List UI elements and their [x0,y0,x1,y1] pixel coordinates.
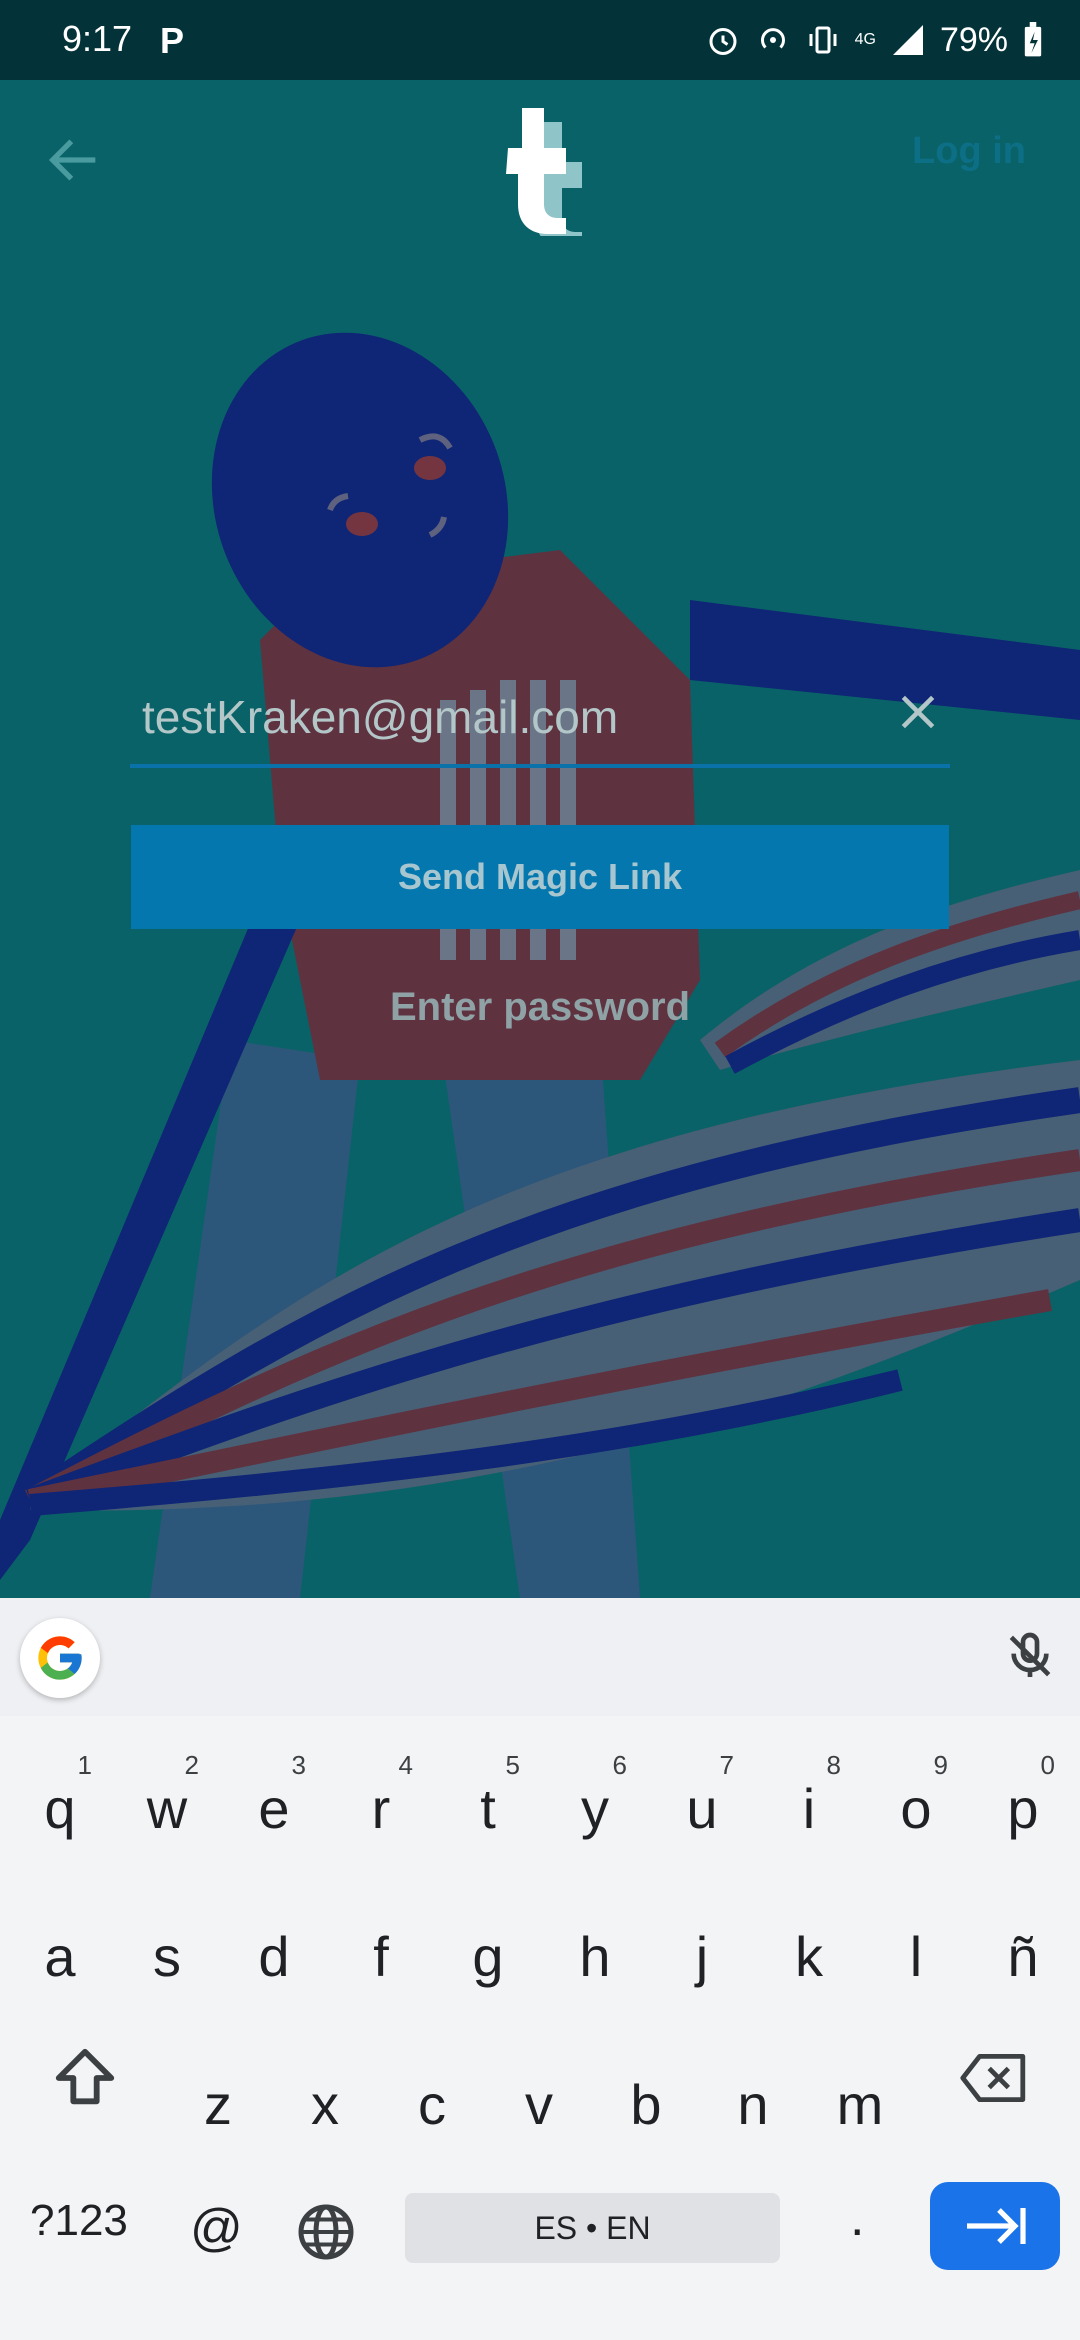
key-b[interactable]: b [596,2044,696,2174]
key-k[interactable]: k [759,1896,859,2026]
battery-percent: 79% [939,20,1008,59]
space-key[interactable]: ES • EN [405,2193,780,2263]
enter-password-link[interactable]: Enter password [0,985,1080,1030]
key-s[interactable]: s [117,1896,217,2026]
back-arrow-icon[interactable] [42,128,106,192]
key-p[interactable]: p0 [973,1748,1073,1878]
status-bar: 9:17 P 4G 79% [0,0,1080,80]
key-label: v [525,2073,553,2136]
key-label: x [311,2073,339,2136]
key-label: ñ [1007,1925,1039,1988]
key-n[interactable]: n [703,2044,803,2174]
symbols-key[interactable]: ?123 [30,2196,128,2246]
key-label: g [472,1925,504,1988]
parking-app-icon: P [160,20,185,61]
key-hint-number: 2 [184,1750,199,1780]
key-label: f [373,1925,389,1988]
key-m[interactable]: m [810,2044,910,2174]
signup-screen: Log in testKraken@gmail.com Send Magic L… [0,80,1080,1598]
key-label: i [802,1777,816,1840]
key-label: m [836,2073,884,2136]
signal-icon [892,25,923,55]
keyboard: ?123 @ ES • EN . q1w2e3r4t5y6u7i8o9p0asd… [0,1598,1080,2340]
key-ñ[interactable]: ñ [973,1896,1073,2026]
google-icon [38,1636,82,1680]
key-z[interactable]: z [168,2044,268,2174]
key-e[interactable]: e3 [224,1748,324,1878]
email-input-value[interactable]: testKraken@gmail.com [142,690,618,744]
key-label: k [795,1925,823,1988]
key-label: t [480,1777,496,1840]
key-label: u [686,1777,718,1840]
status-icons: 4G 79% [705,16,1044,64]
key-label: e [258,1777,290,1840]
network-type: 4G [854,31,876,48]
key-label: w [146,1777,188,1840]
key-h[interactable]: h [545,1896,645,2026]
clear-icon[interactable] [896,690,940,734]
key-x[interactable]: x [275,2044,375,2174]
key-label: h [579,1925,611,1988]
key-y[interactable]: y6 [545,1748,645,1878]
alarm-icon [709,28,737,55]
key-a[interactable]: a [10,1896,110,2026]
backspace-key[interactable] [958,2048,1030,2108]
key-label: q [44,1777,76,1840]
key-label: p [1007,1777,1039,1840]
key-hint-number: 9 [933,1750,948,1780]
key-label: s [153,1925,181,1988]
globe-icon[interactable] [296,2202,356,2262]
key-g[interactable]: g [438,1896,538,2026]
key-label: j [695,1925,709,1988]
enter-key[interactable] [930,2182,1060,2270]
google-button[interactable] [20,1618,100,1698]
key-l[interactable]: l [866,1896,966,2026]
key-q[interactable]: q1 [10,1748,110,1878]
key-c[interactable]: c [382,2044,482,2174]
key-d[interactable]: d [224,1896,324,2026]
key-t[interactable]: t5 [438,1748,538,1878]
key-hint-number: 5 [505,1750,520,1780]
key-w[interactable]: w2 [117,1748,217,1878]
vibrate-icon [809,26,837,54]
key-hint-number: 0 [1040,1750,1055,1780]
key-u[interactable]: u7 [652,1748,752,1878]
key-o[interactable]: o9 [866,1748,966,1878]
key-label: z [204,2073,232,2136]
key-r[interactable]: r4 [331,1748,431,1878]
key-hint-number: 6 [612,1750,627,1780]
period-key[interactable]: . [850,2188,864,2248]
shift-key[interactable] [50,2043,120,2113]
battery-charging-icon [1024,22,1042,57]
key-label: c [418,2073,446,2136]
key-label: a [44,1925,76,1988]
key-hint-number: 3 [291,1750,306,1780]
send-magic-link-button[interactable]: Send Magic Link [131,825,949,929]
status-time: 9:17 [62,18,133,59]
key-label: d [258,1925,290,1988]
login-link[interactable]: Log in [912,130,1026,173]
mic-off-icon[interactable] [1002,1626,1058,1686]
key-j[interactable]: j [652,1896,752,2026]
key-label: b [630,2073,662,2136]
key-v[interactable]: v [489,2044,589,2174]
next-arrow-icon [967,2208,1026,2244]
key-i[interactable]: i8 [759,1748,859,1878]
key-label: r [371,1777,391,1840]
at-key[interactable]: @ [190,2198,243,2258]
key-f[interactable]: f [331,1896,431,2026]
tumblr-logo [506,108,582,236]
key-label: l [909,1925,923,1988]
hotspot-icon [760,28,785,49]
email-field[interactable]: testKraken@gmail.com [130,680,950,768]
key-hint-number: 8 [826,1750,841,1780]
key-hint-number: 4 [398,1750,413,1780]
keyboard-toolbar [0,1598,1080,1716]
key-hint-number: 1 [77,1750,92,1780]
key-hint-number: 7 [719,1750,734,1780]
key-label: n [737,2073,769,2136]
key-label: y [581,1777,609,1840]
key-label: o [900,1777,932,1840]
